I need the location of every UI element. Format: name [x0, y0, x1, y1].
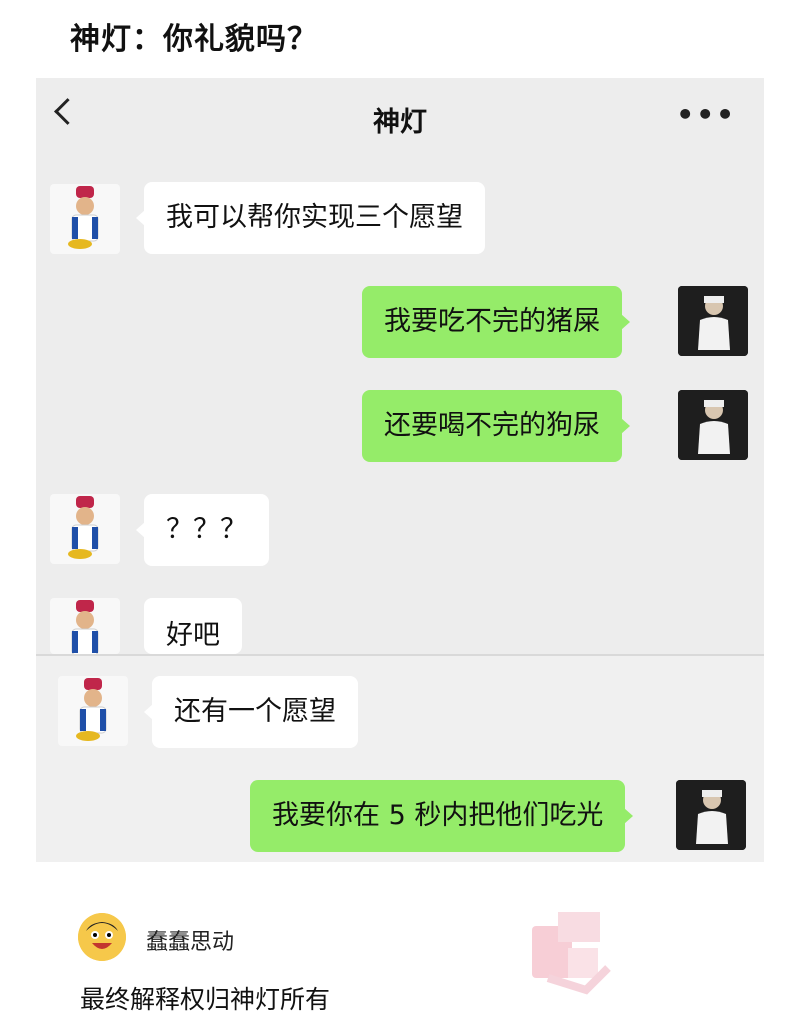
message-bubble-sent[interactable]: 我要吃不完的猪屎 [362, 286, 630, 358]
message-bubble-received[interactable]: ？？？ [136, 494, 269, 566]
genie-avatar[interactable] [50, 184, 120, 254]
commenter-username[interactable]: 蠢蠢思动 [146, 924, 234, 956]
chat-title: 神灯 [373, 107, 427, 138]
genie-avatar[interactable] [58, 676, 128, 746]
user-avatar[interactable] [678, 390, 748, 460]
message-bubble-sent[interactable]: 还要喝不完的狗尿 [362, 390, 630, 462]
post-title: 神灯：你礼貌吗？ [70, 22, 318, 57]
genie-avatar[interactable] [50, 598, 120, 654]
commenter-avatar[interactable] [78, 913, 126, 961]
more-icon[interactable]: ••• [676, 98, 736, 131]
chat-screenshot: 神灯 ••• 我可以帮你实现三个愿望 我要吃不完的猪屎 还要喝不完的狗尿 ？？？… [36, 78, 764, 862]
message-bubble-sent[interactable]: 我要你在 5 秒内把他们吃光 [250, 780, 634, 852]
watermark-logo [532, 912, 611, 995]
chat-header: 神灯 ••• [36, 78, 764, 158]
comment-text: 最终解释权归神灯所有 [80, 985, 331, 1014]
user-avatar[interactable] [678, 286, 748, 356]
user-avatar[interactable] [676, 780, 746, 850]
message-bubble-received[interactable]: 还有一个愿望 [144, 676, 358, 748]
genie-avatar[interactable] [50, 494, 120, 564]
message-bubble-received[interactable]: 我可以帮你实现三个愿望 [136, 182, 485, 254]
message-bubble-received[interactable]: 好吧 [144, 598, 242, 654]
screenshot-seam [36, 654, 764, 656]
